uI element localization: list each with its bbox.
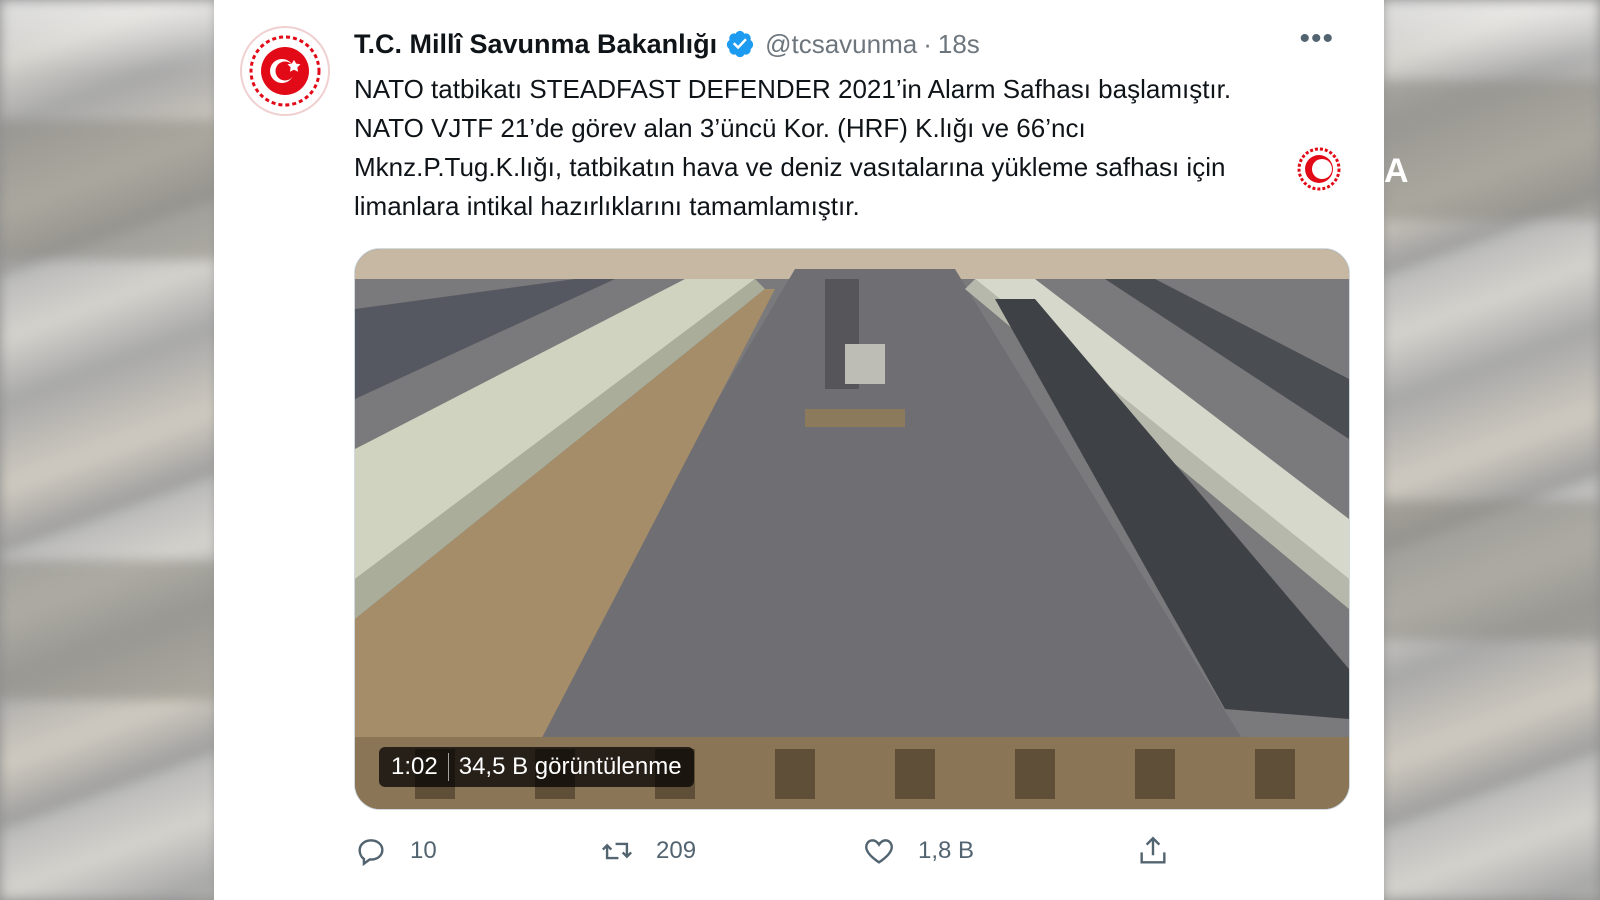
tweet-card[interactable]: T.C. Millî Savunma Bakanlığı @tcsavunma … (214, 0, 1384, 900)
ministry-emblem-icon (245, 31, 325, 111)
heart-icon (865, 839, 893, 864)
more-horizontal-icon[interactable]: ••• (1299, 24, 1334, 54)
display-name[interactable]: T.C. Millî Savunma Bakanlığı (354, 29, 717, 60)
retweet-count: 209 (656, 837, 697, 864)
background-blur-right (1382, 0, 1600, 900)
tweet-text: NATO tatbikatı STEADFAST DEFENDER 2021’i… (354, 70, 1314, 226)
tweet-actions: 10 209 1,8 B (354, 834, 1348, 874)
timestamp[interactable]: 18s (938, 29, 980, 60)
reply-button[interactable]: 10 (354, 834, 437, 868)
handle[interactable]: @tcsavunma (765, 29, 917, 60)
reply-count: 10 (410, 837, 437, 864)
video-frame-image (355, 249, 1349, 809)
reply-icon (358, 839, 384, 867)
avatar[interactable] (240, 26, 330, 116)
background-blur-left (0, 0, 218, 900)
tweet-header: T.C. Millî Savunma Bakanlığı @tcsavunma … (354, 24, 980, 64)
tweet-text-line: NATO VJTF 21’de görev alan 3’üncü Kor. (… (354, 113, 1086, 143)
video-views: 34,5 B görüntülenme (458, 753, 682, 780)
tweet-text-line: NATO tatbikatı STEADFAST DEFENDER 2021’i… (354, 74, 1232, 104)
share-button[interactable] (1136, 834, 1192, 868)
like-count: 1,8 B (918, 837, 975, 864)
verified-badge-icon (725, 29, 755, 59)
video-duration: 1:02 (391, 753, 438, 780)
broadcaster-logo-icon (1296, 146, 1342, 192)
tweet-text-line: limanlara intikal hazırlıklarını tamamla… (354, 191, 860, 221)
video-player[interactable]: 1:02 34,5 B görüntülenme (354, 248, 1350, 810)
retweet-icon (601, 842, 633, 860)
badge-divider (447, 753, 449, 781)
separator-dot: · (923, 28, 932, 59)
video-info-badge: 1:02 34,5 B görüntülenme (379, 747, 694, 787)
retweet-button[interactable]: 209 (600, 834, 696, 868)
tweet-text-line: Mknz.P.Tug.K.lığı, tatbikatın hava ve de… (354, 152, 1226, 182)
broadcaster-logo-letter: A (1384, 152, 1409, 190)
share-icon (1140, 836, 1166, 864)
like-button[interactable]: 1,8 B (862, 834, 974, 868)
